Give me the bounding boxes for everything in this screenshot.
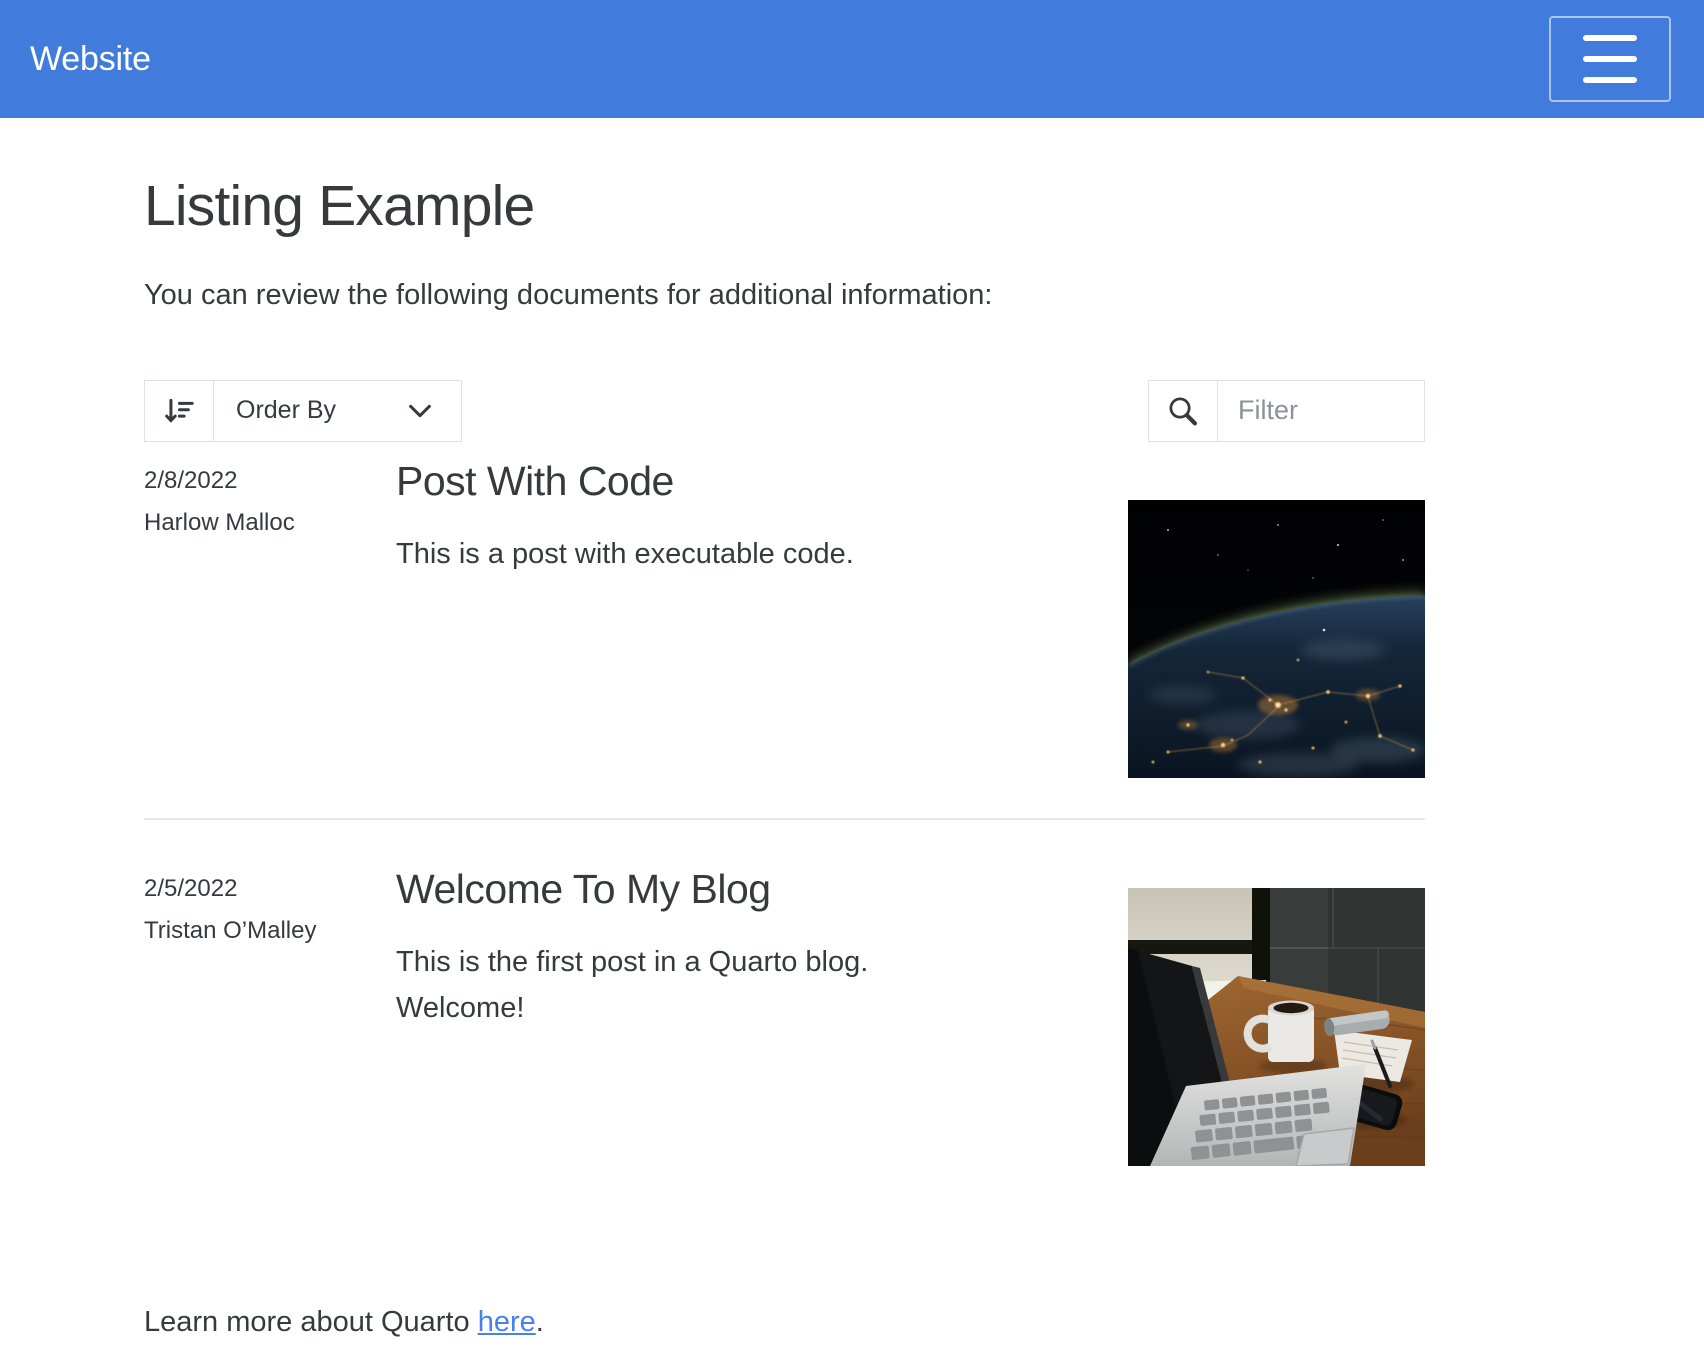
sort-amount-down-icon xyxy=(145,381,214,441)
quarto-link[interactable]: here xyxy=(478,1306,536,1338)
filter-box xyxy=(1148,380,1425,442)
post-description: This is a post with executable code. xyxy=(396,531,956,577)
listing-row-welcome-to-my-blog: 2/5/2022 Tristan O’Malley Welcome To My … xyxy=(144,820,1425,1166)
post-metadata: 2/8/2022 Harlow Malloc xyxy=(144,458,396,778)
post-title-link[interactable]: Welcome To My Blog xyxy=(396,866,1068,913)
post-body: Welcome To My Blog This is the first pos… xyxy=(396,866,1128,1166)
main-content: Listing Example You can review the follo… xyxy=(144,173,1425,1339)
listing-row-post-with-code: 2/8/2022 Harlow Malloc Post With Code Th… xyxy=(144,458,1425,820)
navbar: Website xyxy=(0,0,1704,118)
page-title: Listing Example xyxy=(144,173,1425,239)
post-thumbnail-earth[interactable] xyxy=(1128,500,1425,778)
post-author: Tristan O’Malley xyxy=(144,916,396,946)
post-description: This is the first post in a Quarto blog.… xyxy=(396,939,956,1032)
post-title-link[interactable]: Post With Code xyxy=(396,458,1068,505)
menu-toggle-button[interactable] xyxy=(1549,16,1671,102)
about-prefix: Learn more about Quarto xyxy=(144,1306,478,1338)
listing: 2/8/2022 Harlow Malloc Post With Code Th… xyxy=(144,458,1425,1166)
post-author: Harlow Malloc xyxy=(144,508,396,538)
about-quarto-text: Learn more about Quarto here. xyxy=(144,1306,1425,1339)
intro-text: You can review the following documents f… xyxy=(144,275,1425,316)
order-by-label: Order By xyxy=(214,381,405,441)
post-thumbnail-desk[interactable] xyxy=(1128,888,1425,1166)
navbar-brand[interactable]: Website xyxy=(30,40,151,79)
chevron-down-icon xyxy=(405,381,461,441)
post-date: 2/8/2022 xyxy=(144,466,396,496)
post-date: 2/5/2022 xyxy=(144,874,396,904)
order-by-dropdown[interactable]: Order By xyxy=(144,380,462,442)
post-body: Post With Code This is a post with execu… xyxy=(396,458,1128,778)
filter-input[interactable] xyxy=(1218,381,1424,441)
post-metadata: 2/5/2022 Tristan O’Malley xyxy=(144,866,396,1166)
about-suffix: . xyxy=(536,1306,544,1338)
listing-toolbar: Order By xyxy=(144,380,1425,442)
search-icon xyxy=(1149,381,1218,441)
